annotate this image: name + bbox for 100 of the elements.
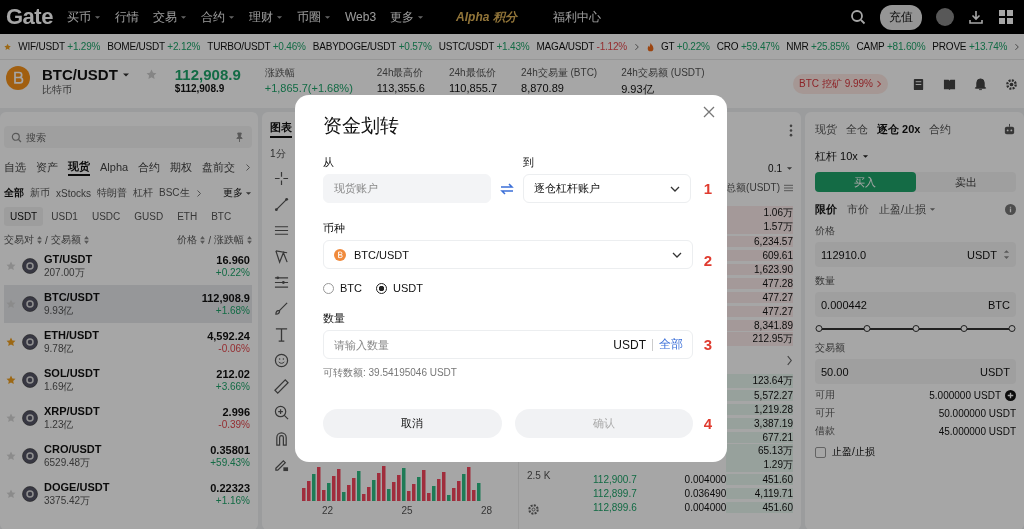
ticker-item[interactable]: CAMP +81.60% <box>856 41 926 52</box>
deposit-button[interactable]: 充值 <box>880 4 922 30</box>
close-icon[interactable] <box>703 106 715 118</box>
zoom-in-icon[interactable] <box>273 405 289 420</box>
pattern-icon[interactable] <box>273 249 289 264</box>
star-icon[interactable] <box>6 337 16 347</box>
search-field[interactable]: 搜索 <box>4 126 252 148</box>
chevron-right-icon[interactable] <box>245 162 252 172</box>
max-amount-link[interactable]: 全部 <box>659 336 683 353</box>
star-icon[interactable] <box>6 451 16 461</box>
market-tab[interactable]: 现货 <box>68 158 90 176</box>
nav-menu-item[interactable]: Web3 <box>344 10 377 24</box>
nav-menu-item[interactable]: 币圈 <box>296 8 331 26</box>
filter-chip[interactable]: xStocks <box>56 187 91 199</box>
nav-menu-item[interactable]: 合约 <box>200 8 235 26</box>
more-icon[interactable] <box>789 123 793 137</box>
caret-icon[interactable] <box>786 164 793 172</box>
add-icon[interactable] <box>1005 389 1016 401</box>
download-icon[interactable] <box>968 9 984 25</box>
market-row[interactable]: XRP/USDT 1.23亿 2.996 -0.39% <box>4 399 252 437</box>
settings-icon[interactable] <box>1005 77 1018 91</box>
open-book-icon[interactable] <box>943 77 956 91</box>
ticker-item[interactable]: BABYDOGE/USDT +0.57% <box>312 41 432 52</box>
logo[interactable]: Gate <box>6 4 53 30</box>
trade-mode-tab[interactable]: 逐仓 20x <box>877 122 921 137</box>
stepper-icon[interactable] <box>1003 248 1010 261</box>
market-tab[interactable]: 资产 <box>36 159 58 175</box>
ruler-lines-icon[interactable] <box>273 275 289 290</box>
order-input-field[interactable]: 112910.0 USDT <box>815 242 1016 267</box>
bell-icon[interactable] <box>974 77 987 91</box>
cancel-button[interactable]: 取消 <box>323 409 502 438</box>
chevron-right-icon[interactable] <box>786 354 793 366</box>
order-type-tab[interactable]: 市价 <box>847 202 869 217</box>
order-input-field[interactable]: 50.00 USDT <box>815 359 1016 384</box>
emoji-icon[interactable] <box>273 353 289 368</box>
market-row[interactable]: BTC/USDT 9.93亿 112,908.9 +1.68% <box>4 285 252 323</box>
list-icon[interactable] <box>784 184 793 192</box>
column-header[interactable]: 价格 <box>177 233 198 247</box>
pencil-lock-icon[interactable] <box>273 457 289 472</box>
more-dropdown[interactable]: 更多 <box>223 186 252 200</box>
star-icon[interactable] <box>6 261 16 271</box>
caret-icon[interactable] <box>861 153 869 160</box>
market-tab[interactable]: 盘前交 <box>202 159 236 175</box>
brush-icon[interactable] <box>273 301 289 316</box>
ticker-item[interactable]: MAGA/USDT -1.12% <box>536 41 628 52</box>
to-account-dropdown[interactable]: 逐仓杠杆账户 <box>523 174 691 203</box>
trade-mode-tab[interactable]: 全仓 <box>846 122 868 137</box>
alpha-points-link[interactable]: Alpha 积分 <box>456 8 517 26</box>
market-row[interactable]: SOL/USDT 1.69亿 212.02 +3.66% <box>4 361 252 399</box>
ticker-item[interactable]: NMR +25.85% <box>786 41 850 52</box>
column-header[interactable]: 交易额 <box>50 233 81 247</box>
chevron-right-icon[interactable] <box>1014 41 1020 52</box>
pin-icon[interactable] <box>235 131 244 143</box>
search-icon[interactable] <box>850 9 866 25</box>
sort-icon[interactable] <box>83 236 89 244</box>
ticker-item[interactable]: BOME/USDT +2.12% <box>107 41 201 52</box>
ticker-item[interactable]: PROVE +13.74% <box>932 41 1008 52</box>
trend-line-icon[interactable] <box>273 197 289 212</box>
checkbox[interactable] <box>815 446 826 458</box>
star-icon[interactable] <box>145 69 157 80</box>
market-tab[interactable]: Alpha <box>100 161 129 173</box>
quote-tab[interactable]: ETH <box>171 207 204 226</box>
grid-menu-icon[interactable] <box>998 9 1014 25</box>
order-input-field[interactable]: 0.000442 BTC <box>815 292 1016 317</box>
side-tab[interactable]: 卖出 <box>915 172 1016 192</box>
info-icon[interactable] <box>1005 204 1016 215</box>
sort-icon[interactable] <box>200 236 206 244</box>
market-tab[interactable]: 自选 <box>4 159 26 175</box>
star-icon[interactable] <box>6 489 16 499</box>
robot-icon[interactable] <box>1003 123 1016 136</box>
filter-chip[interactable]: 新币 <box>30 186 50 200</box>
market-tab[interactable]: 期权 <box>170 159 193 175</box>
star-icon[interactable] <box>6 375 16 385</box>
text-tool-icon[interactable] <box>273 327 289 342</box>
chevron-right-icon[interactable] <box>195 188 202 198</box>
market-tab[interactable]: 合约 <box>138 159 161 175</box>
leverage-dropdown[interactable]: 杠杆 10x <box>815 149 858 164</box>
filter-chip[interactable]: 特朗普 <box>97 186 127 200</box>
magnet-icon[interactable] <box>273 431 289 446</box>
book-icon[interactable] <box>912 77 925 91</box>
ticker-item[interactable]: CRO +59.47% <box>716 41 780 52</box>
star-icon[interactable] <box>6 413 16 423</box>
quote-tab[interactable]: GUSD <box>128 207 170 226</box>
nav-menu-item[interactable]: 交易 <box>152 8 187 26</box>
avatar[interactable] <box>936 8 954 26</box>
nav-menu-item[interactable]: 理财 <box>248 8 283 26</box>
filter-chip[interactable]: 杠杆 <box>133 186 153 200</box>
market-row[interactable]: GT/USDT 207.00万 16.960 +0.22% <box>4 247 252 285</box>
trade-mode-tab[interactable]: 现货 <box>815 122 837 137</box>
ticker-item[interactable]: USTC/USDT +1.43% <box>438 41 530 52</box>
currency-dropdown[interactable]: BTC/USDT <box>323 240 693 269</box>
pair-symbol[interactable]: BTC/USDT <box>42 66 118 83</box>
nav-menu-item[interactable]: 行情 <box>114 8 139 26</box>
ticker-item[interactable]: TURBO/USDT +0.46% <box>207 41 306 52</box>
swap-icon[interactable] <box>500 183 514 195</box>
quote-tab[interactable]: USDC <box>85 207 127 226</box>
ticker-item[interactable]: GT +0.22% <box>660 41 710 52</box>
market-row[interactable]: DOGE/USDT 3375.42万 0.22323 +1.16% <box>4 475 252 513</box>
welfare-center-link[interactable]: 福利中心 <box>552 8 601 26</box>
chart-tab[interactable]: 图表 <box>270 121 292 138</box>
